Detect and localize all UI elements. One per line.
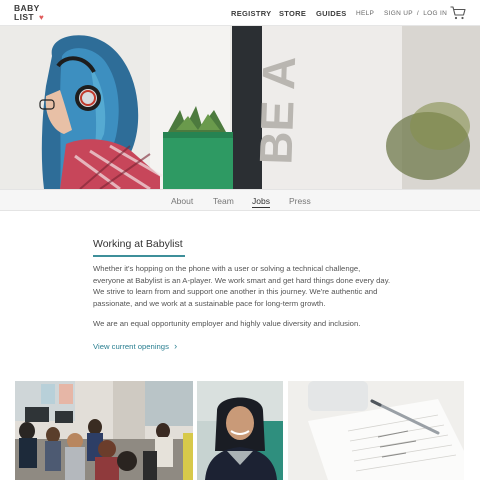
intro-paragraph: Whether it's hopping on the phone with a… [93, 264, 391, 308]
cart-icon[interactable] [450, 6, 466, 20]
tab-team[interactable]: Team [213, 196, 234, 206]
svg-text:BE A: BE A [249, 55, 305, 165]
nav-help-link[interactable]: HELP [356, 10, 374, 17]
about-tab-bar: About Team Jobs Press [0, 189, 480, 211]
hero-office-photo: BE A [0, 26, 480, 189]
view-openings-label: View current openings [93, 341, 169, 351]
tab-about[interactable]: About [171, 196, 193, 206]
chevron-right-icon: › [174, 340, 178, 351]
jobs-section: Working at Babylist Whether it's hopping… [93, 234, 393, 354]
nav-store-link[interactable]: STORE [279, 9, 306, 18]
nav-registry-link[interactable]: REGISTRY [231, 9, 271, 18]
tab-press[interactable]: Press [289, 196, 311, 206]
nav-signup-login-link[interactable]: SIGN UP / LOG IN [384, 10, 447, 17]
nav-guides-link[interactable]: GUIDES [316, 9, 347, 18]
employee-portrait-photo [197, 381, 283, 480]
diversity-paragraph: We are an equal opportunity employer and… [93, 319, 361, 329]
babylist-logo[interactable]: BABY LIST ♥ [14, 4, 46, 23]
office-team-photo [15, 381, 193, 480]
section-title: Working at Babylist [93, 238, 183, 250]
site-header: BABY LIST ♥ REGISTRY STORE GUIDES HELP S… [0, 0, 480, 26]
title-underline [93, 255, 185, 257]
hero-image: BE A [0, 26, 480, 189]
tab-jobs[interactable]: Jobs [252, 196, 270, 208]
heart-icon: ♥ [39, 13, 45, 22]
view-openings-link[interactable]: View current openings › [93, 341, 177, 351]
desk-notebook-photo [288, 381, 464, 480]
